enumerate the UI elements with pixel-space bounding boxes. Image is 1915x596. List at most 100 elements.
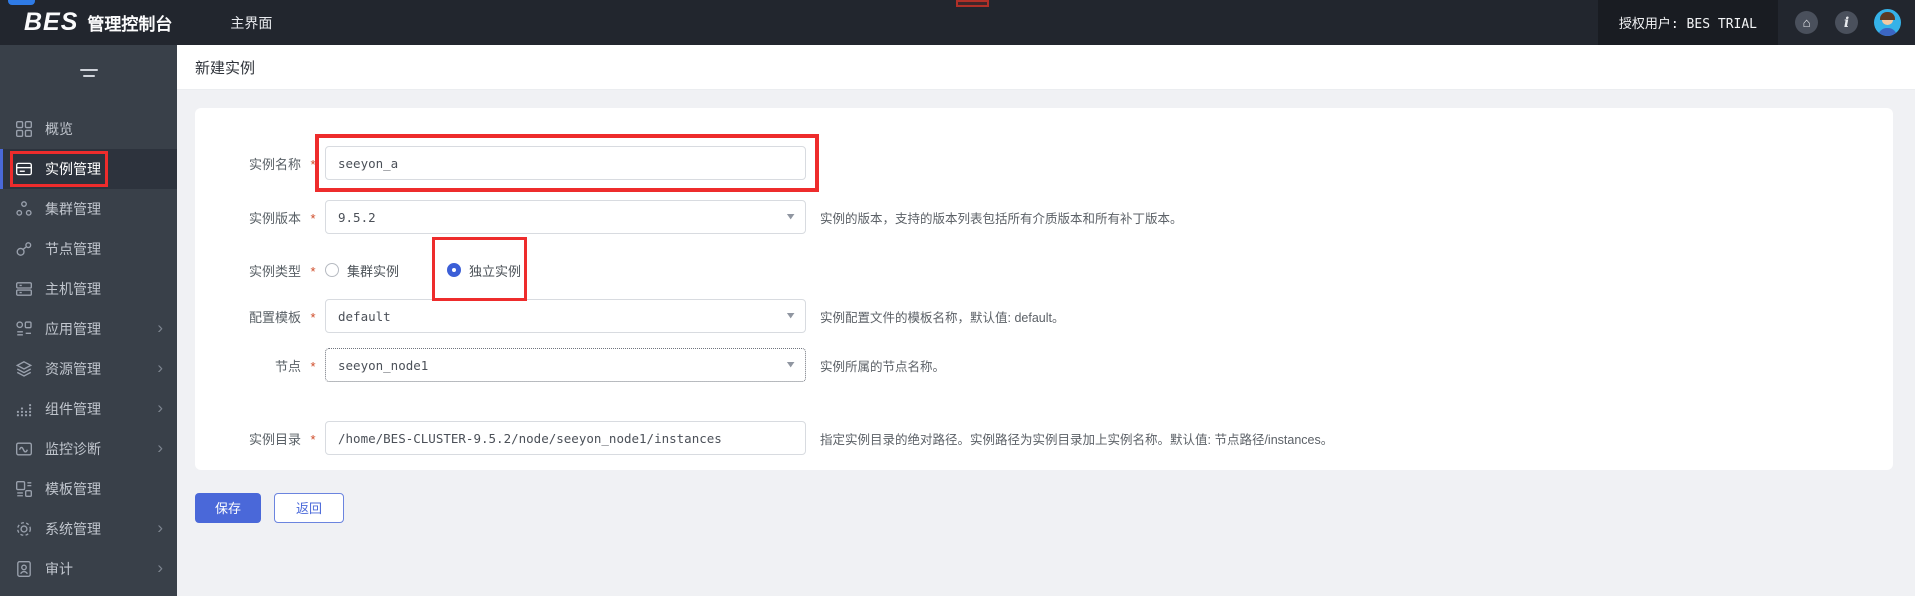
instance-dir-help-text: 指定实例目录的绝对路径。实例路径为实例目录加上实例名称。默认值: 节点路径/in… bbox=[820, 432, 1334, 447]
app-logo: BES 管理控制台 bbox=[24, 8, 172, 37]
logo-bes-text: BES bbox=[24, 8, 79, 36]
required-asterisk: * bbox=[310, 264, 316, 279]
nav-tab-main[interactable]: 主界面 bbox=[230, 13, 272, 33]
overview-icon bbox=[15, 120, 33, 138]
audit-icon bbox=[15, 560, 33, 578]
sidebar-item-label: 监控诊断 bbox=[45, 441, 101, 457]
instance-version-select[interactable]: 9.5.2 ▼ bbox=[325, 200, 806, 234]
titlebar: 新建实例 bbox=[177, 45, 1915, 90]
sidebar-item-label: 节点管理 bbox=[45, 241, 101, 257]
avatar-hair bbox=[1880, 12, 1895, 20]
node-icon bbox=[15, 240, 33, 258]
monitor-icon bbox=[15, 440, 33, 458]
instance-version-label: 实例版本 bbox=[248, 210, 301, 226]
node-row: 节点 * seeyon_node1 ▼ 实例所属的节点名称。 bbox=[195, 348, 1893, 382]
sidebar-item-label: 组件管理 bbox=[45, 401, 101, 417]
app-icon bbox=[15, 320, 33, 338]
info-icon[interactable]: i bbox=[1835, 11, 1858, 34]
sidebar-item-label: 实例管理 bbox=[45, 161, 101, 177]
node-label: 节点 bbox=[274, 358, 301, 374]
sidebar-menu: 概览 实例管理 集群管理 节点管理 主机管理 应用管理 › 资源管理 › 组件管理 › 监控诊断 › 模板… bbox=[0, 109, 177, 589]
sidebar-item-component[interactable]: 组件管理 › bbox=[0, 389, 177, 429]
sidebar-item-template[interactable]: 模板管理 bbox=[0, 469, 177, 509]
sidebar-item-monitor[interactable]: 监控诊断 › bbox=[0, 429, 177, 469]
instance-type-row: 实例类型 * 集群实例 独立实例 bbox=[195, 236, 1893, 301]
chevron-down-icon: ▼ bbox=[786, 360, 795, 370]
page-title: 新建实例 bbox=[195, 59, 256, 77]
instance-type-label: 实例类型 bbox=[248, 263, 301, 279]
config-template-label: 配置模板 bbox=[248, 309, 301, 325]
config-template-help-text: 实例配置文件的模板名称，默认值: default。 bbox=[820, 310, 1065, 325]
radio-label: 集群实例 bbox=[347, 263, 400, 279]
instance-type-control: 集群实例 独立实例 bbox=[325, 236, 806, 301]
sidebar-item-cluster[interactable]: 集群管理 bbox=[0, 189, 177, 229]
chevron-right-icon: › bbox=[157, 558, 163, 578]
sidebar-item-host[interactable]: 主机管理 bbox=[0, 269, 177, 309]
sidebar-item-label: 集群管理 bbox=[45, 201, 101, 217]
config-template-control: default ▼ bbox=[325, 299, 806, 333]
instance-name-row: 实例名称 * bbox=[195, 134, 1893, 192]
chevron-right-icon: › bbox=[157, 518, 163, 538]
sidebar-item-label: 概览 bbox=[45, 121, 73, 137]
instance-version-control: 9.5.2 ▼ bbox=[325, 200, 806, 234]
sidebar-item-label: 系统管理 bbox=[45, 521, 101, 537]
instance-name-control bbox=[315, 134, 819, 192]
browser-fragment-blue bbox=[8, 0, 35, 5]
logo-title-text: 管理控制台 bbox=[87, 15, 173, 34]
chevron-down-icon: ▼ bbox=[786, 212, 795, 222]
instance-version-value: 9.5.2 bbox=[338, 209, 376, 225]
required-asterisk: * bbox=[310, 211, 316, 226]
sidebar-item-system[interactable]: 系统管理 › bbox=[0, 509, 177, 549]
radio-label: 独立实例 bbox=[469, 263, 522, 279]
node-value: seeyon_node1 bbox=[338, 357, 429, 373]
chevron-right-icon: › bbox=[157, 318, 163, 338]
home-icon[interactable]: ⌂ bbox=[1795, 11, 1818, 34]
host-icon bbox=[15, 280, 33, 298]
radio-circle bbox=[447, 263, 462, 277]
node-help-text: 实例所属的节点名称。 bbox=[820, 359, 946, 374]
instance-name-label: 实例名称 bbox=[248, 156, 301, 172]
required-asterisk: * bbox=[310, 310, 316, 325]
back-button[interactable]: 返回 bbox=[274, 493, 345, 523]
sidebar-item-audit[interactable]: 审计 › bbox=[0, 549, 177, 589]
required-asterisk: * bbox=[310, 359, 316, 374]
sidebar-item-instance[interactable]: 实例管理 bbox=[0, 149, 177, 189]
licensed-user-badge: 授权用户: BES TRIAL bbox=[1597, 0, 1778, 45]
system-icon bbox=[15, 520, 33, 538]
sidebar-item-label: 主机管理 bbox=[45, 281, 101, 297]
avatar-body bbox=[1878, 28, 1897, 36]
sidebar: 概览 实例管理 集群管理 节点管理 主机管理 应用管理 › 资源管理 › 组件管理 › 监控诊断 › 模板… bbox=[0, 45, 177, 596]
config-template-value: default bbox=[338, 308, 391, 324]
sidebar-item-resource[interactable]: 资源管理 › bbox=[0, 349, 177, 389]
instance-name-input[interactable] bbox=[325, 146, 806, 180]
instance-dir-label: 实例目录 bbox=[248, 431, 301, 447]
radio-standalone-instance[interactable]: 独立实例 bbox=[432, 236, 528, 301]
content-area: 新建实例 实例名称 * 实例版本 * 9.5.2 ▼ 实例的版本，支持的版本列表包括所有介质… bbox=[177, 45, 1915, 596]
save-button[interactable]: 保存 bbox=[195, 493, 262, 523]
form-actions: 保存 返回 bbox=[195, 493, 345, 523]
config-template-row: 配置模板 * default ▼ 实例配置文件的模板名称，默认值: default。 bbox=[195, 299, 1893, 333]
instance-dir-control bbox=[325, 421, 806, 455]
instance-dir-row: 实例目录 * 指定实例目录的绝对路径。实例路径为实例目录加上实例名称。默认值: 节点… bbox=[195, 421, 1893, 455]
radio-circle bbox=[325, 263, 339, 277]
required-asterisk: * bbox=[310, 157, 316, 172]
sidebar-collapse-icon[interactable] bbox=[80, 69, 177, 77]
user-avatar[interactable] bbox=[1874, 9, 1901, 36]
node-select[interactable]: seeyon_node1 ▼ bbox=[325, 348, 806, 382]
chevron-down-icon: ▼ bbox=[786, 311, 795, 321]
header-right: 授权用户: BES TRIAL ⌂ i bbox=[1597, 0, 1915, 45]
sidebar-item-label: 应用管理 bbox=[45, 321, 101, 337]
sidebar-item-label: 审计 bbox=[45, 561, 73, 577]
radio-cluster-instance[interactable]: 集群实例 bbox=[325, 261, 399, 280]
resource-icon bbox=[15, 360, 33, 378]
sidebar-item-overview[interactable]: 概览 bbox=[0, 109, 177, 149]
instance-version-row: 实例版本 * 9.5.2 ▼ 实例的版本，支持的版本列表包括所有介质版本和所有补丁版本。 bbox=[195, 200, 1893, 234]
node-control: seeyon_node1 ▼ bbox=[325, 348, 806, 382]
instance-icon bbox=[15, 160, 33, 178]
sidebar-item-label: 资源管理 bbox=[45, 361, 101, 377]
sidebar-item-app[interactable]: 应用管理 › bbox=[0, 309, 177, 349]
sidebar-item-node[interactable]: 节点管理 bbox=[0, 229, 177, 269]
instance-dir-input[interactable] bbox=[325, 421, 806, 455]
config-template-select[interactable]: default ▼ bbox=[325, 299, 806, 333]
chevron-right-icon: › bbox=[157, 398, 163, 418]
